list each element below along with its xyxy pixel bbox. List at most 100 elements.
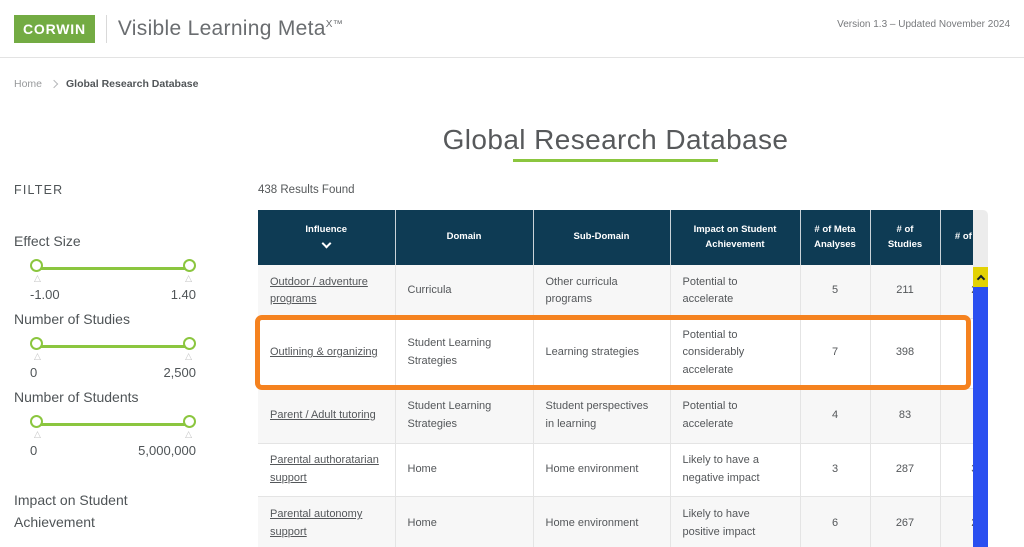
cell-students: 0 [940,318,973,388]
impact-filter-heading: Impact on Student Achievement [14,490,174,533]
triangle-up-icon: △ [185,429,192,440]
table-row: Parent / Adult tutoring Student Learning… [258,388,973,443]
studies-max-handle[interactable] [183,337,196,350]
scrollbar-thumb[interactable] [973,287,988,547]
chevron-down-icon[interactable] [321,238,331,248]
breadcrumb-home-link[interactable]: Home [14,78,42,90]
cell-students: 8,85 [940,388,973,443]
slider-track [38,267,188,270]
cell-meta-analyses: 4 [800,388,870,443]
number-of-studies-label: Number of Studies [14,311,246,327]
cell-sub-domain: Home environment [533,443,670,496]
cell-impact: Potential to considerably accelerate [670,318,800,388]
effect-size-max-handle[interactable] [183,259,196,272]
page-title: Global Research Database [258,124,973,156]
number-of-students-label: Number of Students [14,389,246,405]
cell-sub-domain: Student perspectives in learning [533,388,670,443]
table-row: Outdoor / adventure programs Curricula O… [258,265,973,318]
column-header-studies[interactable]: # of Studies [870,210,940,265]
app-title-text: Visible Learning Meta [118,17,326,40]
cell-impact: Likely to have a negative impact [670,443,800,496]
cell-sub-domain: Home environment [533,496,670,547]
table-scrollbar-track[interactable] [973,210,988,547]
studies-min-value: 0 [30,365,37,380]
influence-link[interactable]: Parental autonomy support [270,508,362,538]
effect-size-min-value: -1.00 [30,287,60,302]
triangle-up-icon: △ [34,429,41,440]
title-underline [513,159,718,162]
number-of-students-slider[interactable]: △ △ [30,413,196,441]
slider-track [38,423,188,426]
influence-link[interactable]: Parental authoratarian support [270,454,379,484]
studies-max-value: 2,500 [163,365,196,380]
results-table: Influence Domain Sub-Domain Impact on St… [258,210,973,547]
cell-impact: Potential to accelerate [670,388,800,443]
cell-meta-analyses: 5 [800,265,870,318]
table-row: Parental autonomy support Home Home envi… [258,496,973,547]
cell-domain: Student Learning Strategies [395,388,533,443]
influence-link[interactable]: Outlining & organizing [270,346,378,358]
number-of-studies-filter: Number of Studies △ △ 0 2,500 [14,311,246,380]
effect-size-label: Effect Size [14,233,246,249]
influence-link[interactable]: Outdoor / adventure programs [270,276,368,306]
cell-impact: Likely to have positive impact [670,496,800,547]
page: CORWIN Visible Learning MetaX™ Version 1… [0,0,1024,547]
slider-track [38,345,188,348]
column-header-students[interactable]: # of Students [940,210,973,265]
app-title-superscript: X™ [326,19,343,30]
column-header-influence[interactable]: Influence [258,210,395,265]
number-of-students-filter: Number of Students △ △ 0 5,000,000 [14,389,246,458]
triangle-up-icon: △ [34,351,41,362]
column-header-domain[interactable]: Domain [395,210,533,265]
effect-size-max-value: 1.40 [171,287,196,302]
number-of-studies-slider[interactable]: △ △ [30,335,196,363]
column-header-impact[interactable]: Impact on Student Achievement [670,210,800,265]
cell-meta-analyses: 7 [800,318,870,388]
effect-size-filter: Effect Size △ △ -1.00 1.40 [14,233,246,302]
influence-link[interactable]: Parent / Adult tutoring [270,409,376,421]
cell-domain: Student Learning Strategies [395,318,533,388]
effect-size-min-handle[interactable] [30,259,43,272]
page-title-block: Global Research Database [258,124,973,162]
students-max-handle[interactable] [183,415,196,428]
cell-students: 27,72 [940,265,973,318]
triangle-up-icon: △ [185,351,192,362]
corwin-logo[interactable]: CORWIN [14,15,95,43]
cell-studies: 287 [870,443,940,496]
cell-sub-domain: Other curricula programs [533,265,670,318]
top-bar: CORWIN Visible Learning MetaX™ Version 1… [0,0,1024,58]
breadcrumb-current: Global Research Database [66,78,198,90]
cell-sub-domain: Learning strategies [533,318,670,388]
students-min-handle[interactable] [30,415,43,428]
triangle-up-icon: △ [185,273,192,284]
logo-divider [106,15,107,43]
column-header-sub-domain[interactable]: Sub-Domain [533,210,670,265]
results-count: 438 Results Found [258,184,355,196]
students-max-value: 5,000,000 [138,443,196,458]
triangle-up-icon: △ [34,273,41,284]
cell-studies: 267 [870,496,940,547]
cell-impact: Potential to accelerate [670,265,800,318]
app-title: Visible Learning MetaX™ [118,17,343,41]
chevron-right-icon [50,80,58,88]
column-header-meta-analyses[interactable]: # of Meta Analyses [800,210,870,265]
students-min-value: 0 [30,443,37,458]
filter-sidebar: FILTER Effect Size △ △ -1.00 1.40 Number… [14,183,246,547]
cell-studies: 83 [870,388,940,443]
cell-meta-analyses: 3 [800,443,870,496]
cell-meta-analyses: 6 [800,496,870,547]
cell-domain: Home [395,443,533,496]
effect-size-slider[interactable]: △ △ [30,257,196,285]
cell-students: 362,1 [940,443,973,496]
chevron-up-icon [976,274,984,282]
table-header-row: Influence Domain Sub-Domain Impact on St… [258,210,973,265]
table-row: Parental authoratarian support Home Home… [258,443,973,496]
cell-domain: Curricula [395,265,533,318]
cell-students: 215,6 [940,496,973,547]
version-text: Version 1.3 – Updated November 2024 [837,19,1010,30]
results-table-container: Influence Domain Sub-Domain Impact on St… [258,210,973,547]
scroll-up-button[interactable] [973,267,988,287]
cell-studies: 211 [870,265,940,318]
impact-filter-group: Impact on Student Achievement Potential … [14,490,246,547]
studies-min-handle[interactable] [30,337,43,350]
